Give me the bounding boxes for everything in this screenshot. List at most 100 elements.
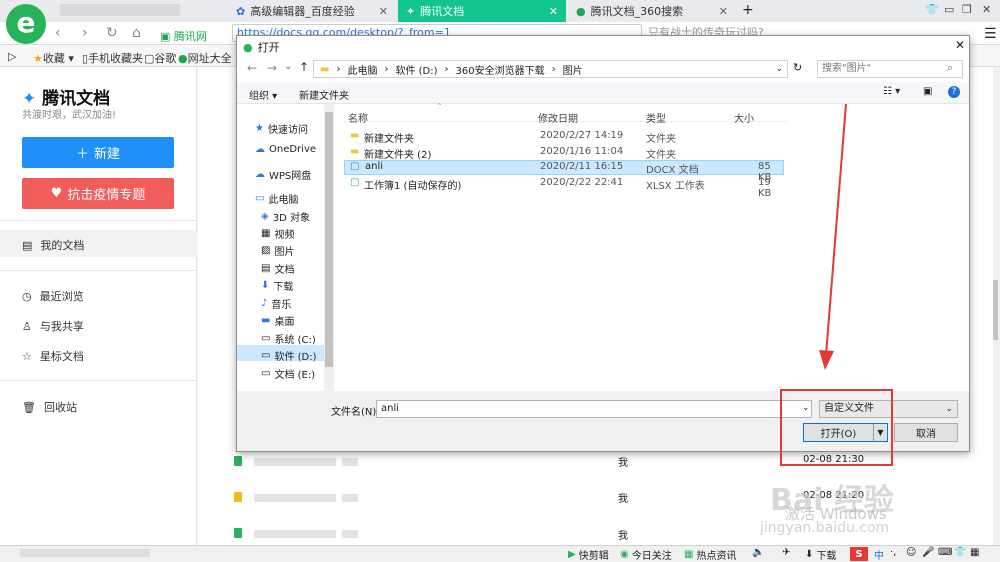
status-news[interactable]: ▦ 热点资讯 [684,547,736,562]
status-speaker[interactable]: 🔈 [752,547,764,558]
trash-icon: 🗑 [22,400,36,414]
status-clip[interactable]: ▶ 快剪辑 [568,547,609,562]
desktop-icon: ▬ [261,315,271,326]
status-download[interactable]: ⬇ 下载 [805,547,836,562]
play-icon: ▶ [568,549,576,560]
blurred-filename [342,458,358,466]
chevron-down-icon[interactable]: ⌄ [775,64,783,74]
sidebar-item-shared[interactable]: ♙ 与我共享 [22,318,84,334]
ime-punctuation-icon[interactable]: ·, [890,547,896,558]
menu-icon[interactable]: ☰ [984,26,997,42]
up-icon[interactable]: ↑ [299,60,309,74]
docx-icon: ▢ [350,161,360,172]
breadcrumb[interactable]: ▬ › 此电脑 › 软件 (D:) › 360安全浏览器下载 › 图片 ⌄ [313,60,788,78]
shirt-icon[interactable]: 👕 [954,547,966,558]
refresh-icon[interactable]: ↻ [793,61,802,74]
column-date[interactable]: 修改日期 [538,110,578,125]
close-icon[interactable]: ✕ [549,5,558,18]
chevron-down-icon[interactable]: ⌄ [284,61,292,72]
epidemic-topic-button[interactable]: ♥ 抗击疫情专题 [22,178,174,209]
ime-chinese-icon[interactable]: 中 [874,547,884,562]
tree-item-this-pc[interactable]: ▭ 此电脑 [255,191,298,206]
filename-input[interactable]: anli [376,400,812,418]
tree-item-music[interactable]: ♪ 音乐 [261,296,291,311]
breadcrumb-item[interactable]: 360安全浏览器下载 [456,62,545,77]
close-icon[interactable]: ✕ [379,5,388,18]
minimize-icon[interactable]: ▭ [944,3,954,16]
plus-icon: ＋ [75,147,89,162]
restore-icon[interactable]: ❐ [962,3,972,16]
sheet-icon [234,528,242,538]
list-item[interactable]: ▬ 新建文件夹 (2) 2020/1/16 11:04 文件夹 [344,145,784,161]
new-document-button[interactable]: ＋新建 [22,137,174,168]
organize-button[interactable]: 组织 ▾ [249,87,277,102]
bookmark-hao[interactable]: ●网址大全 [178,50,232,66]
tree-item-3d[interactable]: ◈ 3D 对象 [261,209,310,224]
page-scrollbar-thumb[interactable] [993,280,998,340]
list-item[interactable]: ▢ 工作簿1 (自动保存的) 2020/2/22 22:41 XLSX 工作表 … [344,176,784,199]
help-icon[interactable]: ? [948,86,960,98]
home-icon[interactable]: ⌂ [132,25,141,41]
view-options-icon[interactable]: ☷ ▾ [883,86,900,97]
forward-icon[interactable]: → [267,61,277,75]
bookmark-favorites[interactable]: ★收藏 ▾ [33,50,74,66]
close-icon[interactable]: ✕ [719,5,728,18]
tree-item-desktop[interactable]: ▬ 桌面 [261,313,294,328]
tree-item-drive-c[interactable]: ▭ 系统 (C:) [261,331,316,346]
browser-logo-icon: ● [243,40,253,54]
blurred-tab[interactable] [60,4,180,16]
tree-item-video[interactable]: ▦ 视频 [261,226,294,241]
refresh-icon[interactable]: ↻ [106,25,118,41]
close-window-icon[interactable]: ✕ [982,3,991,16]
cancel-button[interactable]: 取消 [894,423,958,442]
sogou-ime-icon[interactable]: S [850,547,868,561]
tree-item-drive-d[interactable]: ▭ 软件 (D:) [261,348,317,363]
tree-item-wps[interactable]: ☁ WPS网盘 [255,167,311,182]
tab-tencent-docs[interactable]: ✦ 腾讯文档 ✕ [398,0,566,22]
shirt-icon[interactable]: 👕 [925,3,939,16]
tree-item-drive-e[interactable]: ▭ 文档 (E:) [261,366,315,381]
sidebar-item-starred[interactable]: ☆ 星标文档 [22,348,84,364]
new-folder-button[interactable]: 新建文件夹 [299,87,349,102]
breadcrumb-item[interactable]: 此电脑 [347,62,377,77]
ime-emoji-icon[interactable]: ☺ [906,547,916,558]
paw-icon: ✿ [236,4,246,18]
breadcrumb-item[interactable]: 软件 (D:) [395,62,437,77]
status-plane[interactable]: ✈ [782,547,790,558]
list-item[interactable]: ▬ 新建文件夹 2020/2/27 14:19 文件夹 [344,129,784,145]
bookmark-mobile[interactable]: ▯手机收藏夹 [82,50,143,66]
back-icon[interactable]: ‹ [55,25,61,41]
bookmark-toggle-icon[interactable]: ▷ [8,50,16,63]
tools-icon[interactable]: ▦ [970,547,979,558]
slide-icon [234,492,242,502]
column-size[interactable]: 大小 [734,110,754,125]
mic-icon[interactable]: 🎤 [922,547,934,558]
tree-item-pictures[interactable]: ▨ 图片 [261,243,294,258]
tree-item-quick-access[interactable]: ★ 快速访问 [255,121,308,136]
forward-icon[interactable]: › [82,25,88,41]
status-today[interactable]: ◉ 今日关注 [620,547,672,562]
keyboard-icon[interactable]: ⌨ [938,547,952,558]
site-badge[interactable]: ▣ 腾讯网 [160,28,207,44]
bookmark-google[interactable]: ▢谷歌 [144,50,176,66]
tree-item-onedrive[interactable]: ☁ OneDrive [255,144,316,155]
dialog-search-input[interactable]: 搜索"图片" [817,60,963,78]
dialog-close-icon[interactable]: ✕ [955,38,965,52]
browser-logo-icon[interactable]: e [6,4,46,44]
back-icon[interactable]: ← [247,61,257,75]
column-name[interactable]: 名称 [348,110,368,125]
breadcrumb-item[interactable]: 图片 [563,62,583,77]
tab-360-search[interactable]: ● 腾讯文档_360搜索 ✕ [568,0,736,22]
tab-baidu-editor[interactable]: ✿ 高级编辑器_百度经验 ✕ [228,0,396,22]
new-tab-button[interactable]: + [742,2,754,18]
sidebar-item-trash[interactable]: 🗑 回收站 [22,399,77,415]
tree-item-documents[interactable]: ▤ 文档 [261,261,294,276]
sidebar-item-my-docs[interactable]: ▤ 我的文档 [22,237,84,253]
sidebar-item-recent[interactable]: ◷ 最近浏览 [22,288,84,304]
preview-pane-icon[interactable]: ▣ [923,86,932,97]
xlsx-icon: ▢ [350,177,360,188]
tree-item-downloads[interactable]: ⬇ 下载 [261,278,293,293]
tree-scrollbar-thumb[interactable] [325,112,333,367]
list-item-selected[interactable]: ▢ anli 2020/2/11 16:15 DOCX 文档 85 KB [344,160,784,183]
column-type[interactable]: 类型 [646,110,666,125]
